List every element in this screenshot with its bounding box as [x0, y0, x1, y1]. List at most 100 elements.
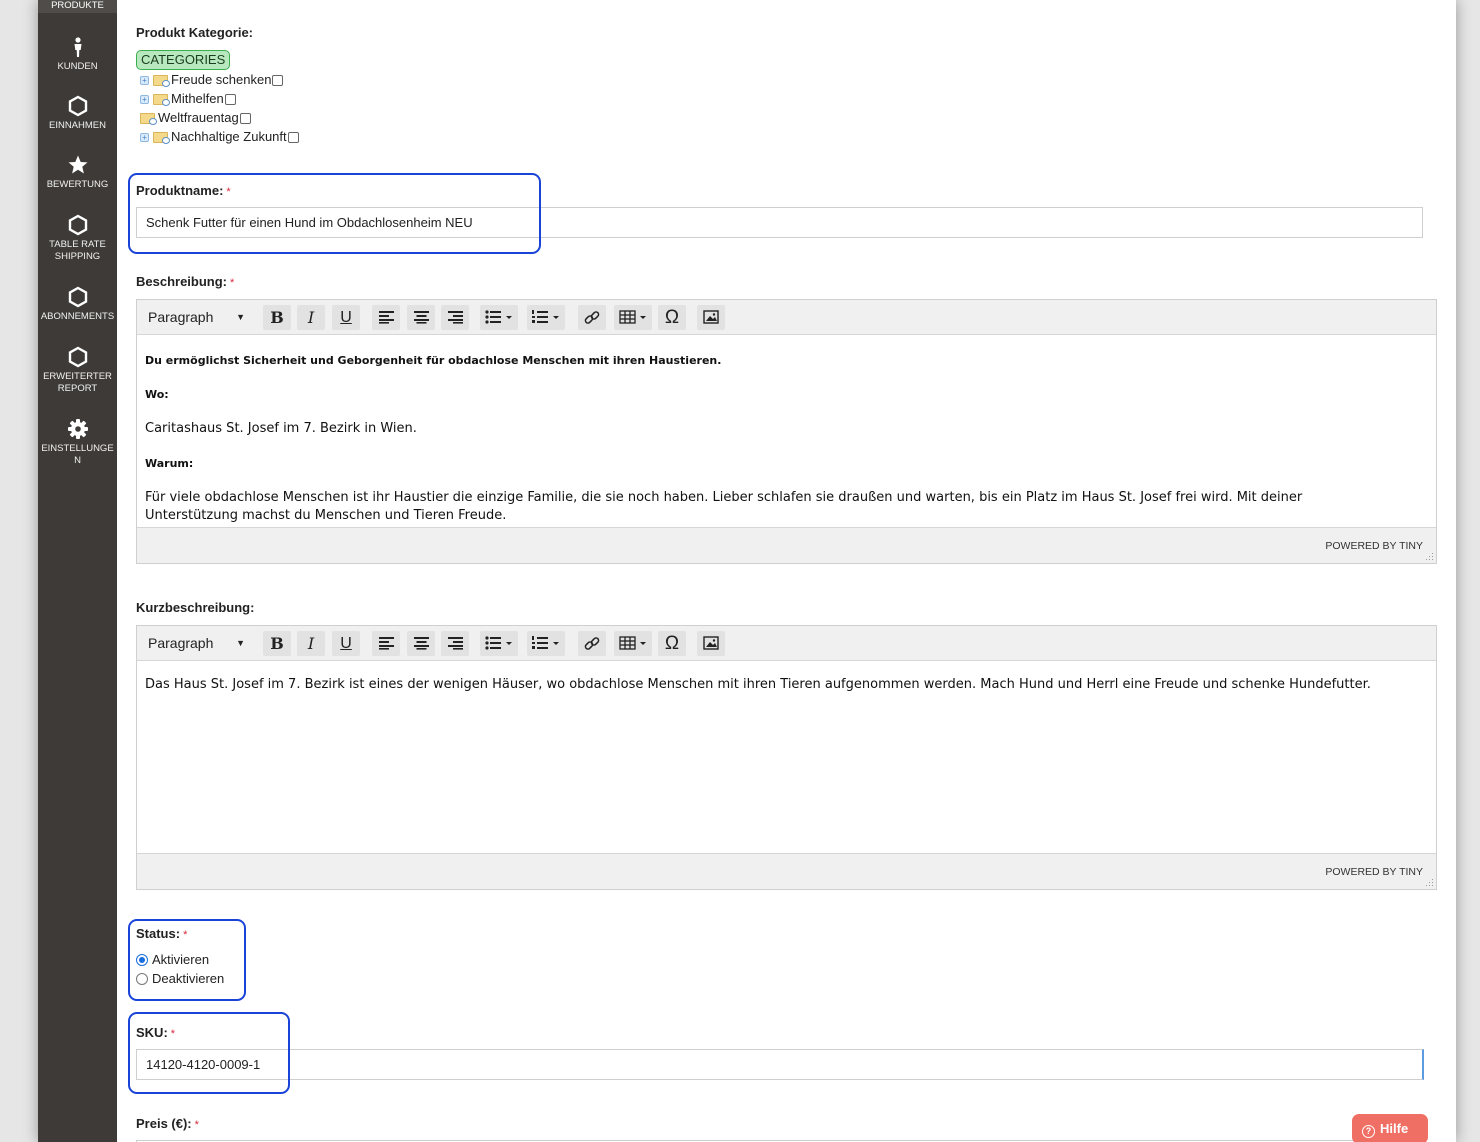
numbered-list-icon [532, 636, 559, 649]
sidebar-item-label: N [74, 455, 81, 466]
underline-button[interactable]: U [332, 305, 360, 330]
gear-icon [67, 418, 89, 440]
description-editor[interactable]: Paragraph ▼ B I U Ω Du ermöglichst Sicher… [136, 299, 1437, 564]
sidebar-item-label: EINSTELLUNGE [41, 443, 114, 454]
hexagon-icon [67, 95, 89, 117]
resize-handle-icon[interactable] [1426, 553, 1434, 561]
align-left-icon [378, 637, 394, 650]
align-left-icon [378, 311, 394, 324]
resize-handle-icon[interactable] [1426, 879, 1434, 887]
image-icon [703, 636, 719, 650]
sku-input[interactable]: 14120-4120-0009-1 [136, 1049, 1424, 1080]
link-icon [584, 311, 600, 324]
image-icon [703, 310, 719, 324]
align-left-button[interactable] [372, 631, 400, 656]
folder-icon [153, 75, 170, 88]
category-checkbox[interactable] [224, 94, 236, 106]
align-center-icon [413, 311, 429, 324]
table-button[interactable] [614, 631, 652, 656]
align-right-button[interactable] [441, 631, 469, 656]
folder-icon [153, 94, 170, 107]
sidebar-item-einstellungen[interactable]: EINSTELLUNGE N [38, 418, 117, 467]
sidebar: PRODUKTE KUNDEN EINNAHMEN BEWERTUNG TABL… [38, 0, 117, 1142]
underline-button[interactable]: U [332, 631, 360, 656]
editor-statusbar: POWERED BY TINY [137, 527, 1436, 563]
image-button[interactable] [697, 305, 725, 330]
category-label: Produkt Kategorie: [136, 25, 254, 40]
link-button[interactable] [578, 631, 606, 656]
numbered-list-button[interactable] [527, 305, 565, 330]
category-checkbox[interactable] [287, 132, 299, 144]
category-checkbox[interactable] [239, 113, 251, 125]
format-select[interactable]: Paragraph ▼ [140, 304, 253, 331]
description-paragraph: Für viele obdachlose Menschen ist ihr Ha… [145, 490, 1303, 505]
product-name-input[interactable]: Schenk Futter für einen Hund im Obdachlo… [136, 207, 1423, 238]
help-button[interactable]: ? Hilfe [1352, 1114, 1428, 1142]
editor-toolbar: Paragraph ▼ B I U Ω [137, 626, 1436, 661]
bullet-list-button[interactable] [480, 305, 518, 330]
align-left-button[interactable] [372, 305, 400, 330]
special-char-button[interactable]: Ω [658, 305, 686, 330]
short-description-paragraph: Das Haus St. Josef im 7. Bezirk ist eine… [145, 677, 1371, 692]
link-icon [584, 637, 600, 650]
expand-icon[interactable]: + [140, 76, 149, 86]
sidebar-item-erweiterter-report[interactable]: ERWEITERTER REPORT [38, 346, 117, 395]
table-button[interactable] [614, 305, 652, 330]
sidebar-item-label: SHIPPING [54, 251, 101, 262]
sidebar-item-bewertung[interactable]: BEWERTUNG [38, 154, 117, 191]
numbered-list-button[interactable] [527, 631, 565, 656]
hexagon-icon [67, 346, 89, 368]
short-description-editor[interactable]: Paragraph ▼ B I U Ω Das Haus St. Josef im… [136, 625, 1437, 890]
description-heading: Wo: [145, 388, 169, 401]
short-description-content[interactable]: Das Haus St. Josef im 7. Bezirk ist eine… [137, 661, 1436, 853]
align-right-button[interactable] [441, 305, 469, 330]
bold-button[interactable]: B [263, 305, 291, 330]
align-center-button[interactable] [407, 305, 435, 330]
sidebar-item-label: KUNDEN [57, 61, 98, 72]
expand-icon[interactable]: + [140, 133, 149, 143]
description-content[interactable]: Du ermöglichst Sicherheit und Geborgenhe… [137, 335, 1436, 527]
hexagon-icon [67, 286, 89, 308]
sidebar-item-abonnements[interactable]: ABONNEMENTS [38, 286, 117, 323]
radio-unselected-icon[interactable] [136, 972, 148, 985]
person-icon [67, 36, 89, 58]
sidebar-item-label: ABONNEMENTS [40, 311, 115, 322]
powered-by-label[interactable]: POWERED BY TINY [1325, 866, 1423, 878]
category-item[interactable]: Weltfrauentag [140, 109, 251, 127]
powered-by-label[interactable]: POWERED BY TINY [1325, 540, 1423, 552]
category-item[interactable]: + Mithelfen [140, 90, 236, 108]
sidebar-item-label: REPORT [57, 383, 98, 394]
status-option-deaktivieren[interactable]: Deaktivieren [136, 970, 224, 988]
sidebar-item-label: EINNAHMEN [48, 120, 106, 131]
sidebar-item-kunden[interactable]: KUNDEN [38, 36, 117, 73]
table-icon [619, 310, 646, 324]
align-center-button[interactable] [407, 631, 435, 656]
link-button[interactable] [578, 305, 606, 330]
sidebar-item-label: BEWERTUNG [46, 179, 109, 190]
sidebar-item-table-rate-shipping[interactable]: TABLE RATE SHIPPING [38, 214, 117, 263]
short-description-label: Kurzbeschreibung: [136, 600, 255, 615]
bold-button[interactable]: B [263, 631, 291, 656]
folder-icon [153, 132, 170, 145]
category-checkbox[interactable] [272, 75, 284, 87]
bullet-list-button[interactable] [480, 631, 518, 656]
radio-selected-icon[interactable] [136, 953, 148, 966]
format-select[interactable]: Paragraph ▼ [140, 630, 253, 657]
italic-button[interactable]: I [297, 305, 325, 330]
table-icon [619, 636, 646, 650]
image-button[interactable] [697, 631, 725, 656]
price-label: Preis (€): * [136, 1116, 199, 1131]
sidebar-item-produkte[interactable]: PRODUKTE [38, 0, 117, 13]
expand-icon[interactable]: + [140, 95, 149, 105]
sidebar-item-label: ERWEITERTER [43, 371, 112, 382]
product-form: Produkt Kategorie: CATEGORIES + Freude sc… [128, 0, 1456, 1142]
bullet-list-icon [485, 636, 512, 650]
categories-root[interactable]: CATEGORIES [136, 50, 231, 70]
sku-label: SKU: * [136, 1025, 176, 1040]
status-option-aktivieren[interactable]: Aktivieren [136, 951, 209, 969]
category-item[interactable]: + Freude schenken [140, 71, 284, 89]
sidebar-item-einnahmen[interactable]: EINNAHMEN [38, 95, 117, 132]
italic-button[interactable]: I [297, 631, 325, 656]
category-item[interactable]: + Nachhaltige Zukunft [140, 128, 299, 146]
special-char-button[interactable]: Ω [658, 631, 686, 656]
